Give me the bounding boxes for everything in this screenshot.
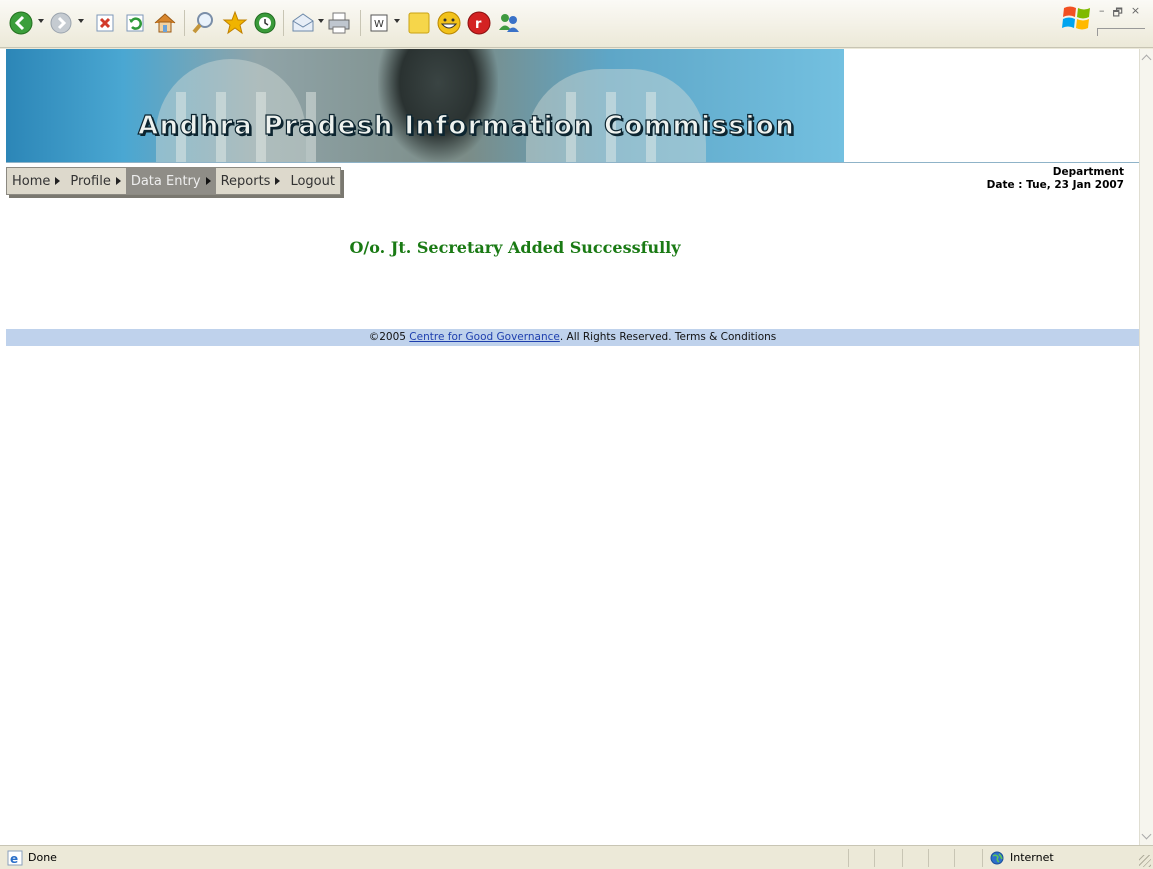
home-button[interactable] bbox=[152, 10, 178, 36]
nav-item-home[interactable]: Home bbox=[7, 168, 65, 194]
header-info: Department Date : Tue, 23 Jan 2007 bbox=[940, 166, 1124, 192]
toolbar-separator bbox=[184, 10, 185, 36]
status-panel bbox=[874, 849, 902, 867]
history-button[interactable] bbox=[252, 10, 278, 36]
sticky-note-icon bbox=[408, 12, 430, 34]
restore-button[interactable]: 🗗 bbox=[1113, 4, 1123, 20]
back-button[interactable] bbox=[8, 10, 34, 36]
favorites-button[interactable] bbox=[222, 10, 248, 36]
edit-button[interactable]: W bbox=[366, 10, 392, 36]
edit-dropdown[interactable] bbox=[394, 19, 400, 27]
throbber-frame bbox=[1097, 28, 1145, 36]
ie-page-icon: e bbox=[7, 850, 23, 866]
vertical-scrollbar[interactable] bbox=[1139, 49, 1153, 845]
footer-cgg-link[interactable]: Centre for Good Governance bbox=[409, 331, 560, 343]
word-edit-icon: W bbox=[370, 14, 388, 32]
status-panel bbox=[928, 849, 954, 867]
messenger-button[interactable] bbox=[436, 10, 462, 36]
home-icon bbox=[154, 13, 176, 33]
site-banner: Andhra Pradesh Information Commission bbox=[6, 49, 844, 162]
submenu-arrow-icon bbox=[115, 177, 121, 185]
svg-text:r: r bbox=[475, 17, 482, 32]
page-viewport: Andhra Pradesh Information Commission Ho… bbox=[0, 49, 1139, 845]
footer-rights: . All Rights Reserved. Terms & Condition… bbox=[559, 331, 777, 343]
status-panel bbox=[848, 849, 874, 867]
refresh-icon bbox=[126, 14, 144, 32]
scroll-down-arrow-icon[interactable] bbox=[1142, 831, 1152, 841]
svg-text:e: e bbox=[10, 852, 18, 866]
browser-toolbar: W r – 🗗 × bbox=[0, 0, 1153, 48]
search-button[interactable] bbox=[190, 10, 216, 36]
globe-icon bbox=[990, 851, 1004, 865]
main-nav: Home Profile Data Entry Reports Logout bbox=[6, 167, 341, 195]
contacts-button[interactable] bbox=[496, 10, 522, 36]
security-zone: Internet bbox=[1010, 851, 1054, 864]
nav-item-label: Profile bbox=[70, 173, 111, 189]
close-button[interactable]: × bbox=[1131, 4, 1140, 20]
star-icon bbox=[222, 10, 248, 35]
nav-item-reports[interactable]: Reports bbox=[216, 168, 286, 194]
stop-button[interactable] bbox=[92, 10, 118, 36]
nav-item-label: Home bbox=[12, 173, 51, 189]
status-panel bbox=[954, 849, 982, 867]
status-panel bbox=[902, 849, 928, 867]
forward-dropdown[interactable] bbox=[78, 19, 84, 27]
site-title: Andhra Pradesh Information Commission bbox=[137, 110, 796, 141]
status-text: Done bbox=[28, 851, 57, 864]
refresh-button[interactable] bbox=[122, 10, 148, 36]
forward-arrow-icon bbox=[50, 12, 72, 34]
smiley-icon bbox=[437, 11, 461, 35]
current-date: Date : Tue, 23 Jan 2007 bbox=[986, 179, 1124, 191]
research-button[interactable]: r bbox=[466, 10, 492, 36]
window-controls: – 🗗 × bbox=[1099, 4, 1149, 20]
toolbar-separator bbox=[283, 10, 284, 36]
minimize-button[interactable]: – bbox=[1099, 4, 1105, 20]
mail-dropdown[interactable] bbox=[318, 19, 324, 27]
forward-button[interactable] bbox=[48, 10, 74, 36]
back-dropdown[interactable] bbox=[38, 19, 44, 27]
people-icon bbox=[499, 14, 519, 32]
banner-divider bbox=[6, 162, 1139, 163]
red-circle-icon: r bbox=[467, 11, 491, 35]
footer-copyright: ©2005 bbox=[368, 331, 410, 343]
back-arrow-icon bbox=[9, 11, 33, 35]
banner-statue bbox=[378, 49, 498, 162]
print-button[interactable] bbox=[326, 10, 352, 36]
nav-item-logout[interactable]: Logout bbox=[285, 168, 340, 194]
svg-text:W: W bbox=[374, 19, 384, 30]
page-footer: ©2005 Centre for Good Governance. All Ri… bbox=[6, 329, 1139, 346]
history-icon bbox=[254, 12, 276, 34]
submenu-arrow-icon bbox=[205, 177, 211, 185]
nav-item-profile[interactable]: Profile bbox=[65, 168, 125, 194]
search-icon bbox=[192, 12, 213, 34]
scroll-up-arrow-icon[interactable] bbox=[1142, 53, 1152, 63]
print-icon bbox=[328, 12, 350, 34]
mail-icon bbox=[292, 13, 314, 32]
windows-logo-icon bbox=[1062, 6, 1090, 30]
submenu-arrow-icon bbox=[55, 177, 61, 185]
nav-item-label: Reports bbox=[220, 173, 271, 189]
mail-button[interactable] bbox=[290, 10, 316, 36]
status-zone-panel bbox=[982, 849, 1142, 867]
submenu-arrow-icon bbox=[275, 177, 281, 185]
nav-item-label: Logout bbox=[290, 173, 335, 189]
nav-item-data-entry[interactable]: Data Entry bbox=[125, 168, 216, 194]
status-bar: e Done Internet bbox=[0, 845, 1153, 869]
nav-item-label: Data Entry bbox=[130, 173, 201, 189]
notes-button[interactable] bbox=[406, 10, 432, 36]
success-message: O/o. Jt. Secretary Added Successfully bbox=[349, 238, 681, 257]
resize-grip[interactable] bbox=[1139, 855, 1151, 867]
toolbar-separator bbox=[360, 10, 361, 36]
stop-icon bbox=[96, 14, 114, 32]
department-label: Department bbox=[1052, 166, 1124, 178]
